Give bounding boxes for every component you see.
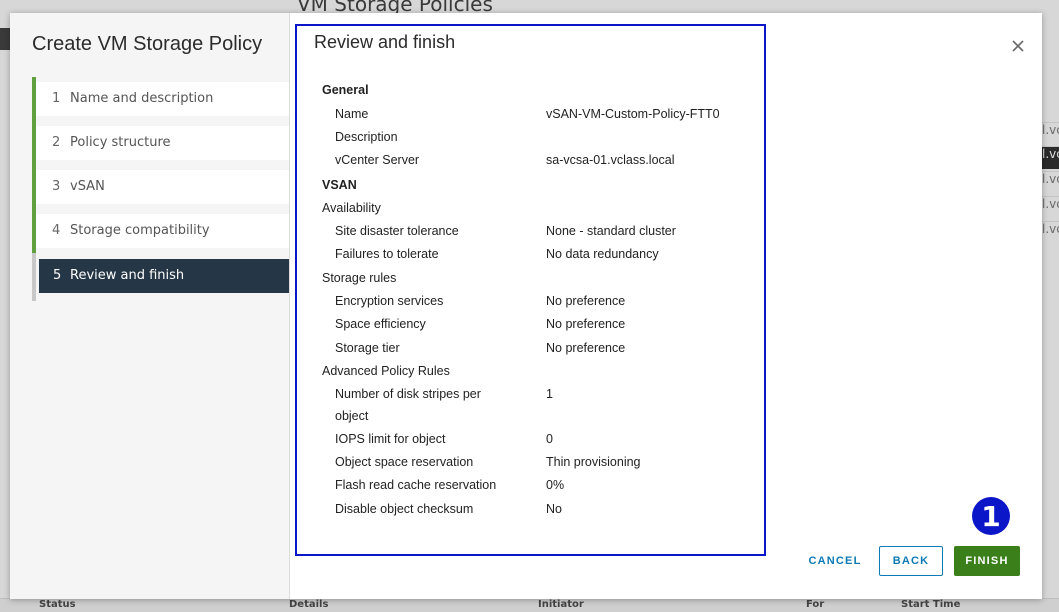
iops-value: 0 [546, 432, 553, 446]
name-value: vSAN-VM-Custom-Policy-FTT0 [546, 107, 720, 121]
ftt-value: No data redundancy [546, 247, 659, 261]
wizard-step-storage-compatibility[interactable]: 4 Storage compatibility [36, 214, 289, 248]
site-disaster-value: None - standard cluster [546, 224, 676, 238]
general-heading: General [322, 83, 369, 97]
wizard-step-name-description[interactable]: 1 Name and description [36, 82, 289, 116]
cancel-button[interactable]: CANCEL [800, 546, 870, 576]
step-number: 1 [52, 91, 61, 106]
background-row: l.vc [1042, 221, 1059, 244]
step-number: 5 [53, 268, 62, 283]
site-disaster-label: Site disaster tolerance [335, 224, 459, 238]
storage-tier-value: No preference [546, 341, 626, 355]
wizard-step-review-finish[interactable]: 5 Review and finish [39, 259, 289, 293]
flash-cache-value: 0% [546, 478, 565, 492]
encryption-value: No preference [546, 294, 626, 308]
step-annotation-badge: 1 [972, 497, 1010, 535]
wizard-step-vsan[interactable]: 3 vSAN [36, 170, 289, 204]
description-label: Description [335, 130, 398, 144]
step-label: Review and finish [70, 268, 185, 283]
osr-label: Object space reservation [335, 455, 474, 469]
step-number: 2 [52, 135, 61, 150]
step-label: vSAN [70, 179, 105, 194]
background-col-initiator: Initiator [538, 599, 584, 610]
step-number: 4 [52, 223, 61, 238]
step-number: 3 [52, 179, 61, 194]
step-label: Name and description [70, 91, 214, 106]
back-button[interactable]: BACK [879, 546, 943, 576]
finish-button[interactable]: FINISH [954, 546, 1020, 576]
step-label: Storage compatibility [70, 223, 210, 238]
background-row: l.vc [1042, 196, 1059, 219]
background-col-start-time: Start Time [901, 599, 961, 610]
dialog-title: Create VM Storage Policy [32, 33, 263, 55]
osr-value: Thin provisioning [546, 455, 641, 469]
stripes-label: Number of disk stripes per [335, 387, 481, 401]
create-storage-policy-dialog: Create VM Storage Policy 1 Name and desc… [10, 13, 1042, 599]
flash-cache-label: Flash read cache reservation [335, 478, 497, 492]
name-label: Name [335, 107, 369, 121]
checksum-value: No [546, 502, 562, 516]
vcenter-label: vCenter Server [335, 153, 420, 167]
wizard-steps-pane: Create VM Storage Policy 1 Name and desc… [10, 13, 290, 599]
step-label: Policy structure [70, 135, 171, 150]
space-efficiency-value: No preference [546, 317, 626, 331]
wizard-step-policy-structure[interactable]: 2 Policy structure [36, 126, 289, 160]
review-title: Review and finish [314, 32, 456, 52]
background-col-details: Details [289, 599, 329, 610]
availability-heading: Availability [322, 201, 381, 215]
background-col-status: Status [39, 599, 76, 610]
vsan-heading: VSAN [322, 178, 357, 192]
background-row: l.vc [1042, 171, 1059, 194]
storage-rules-heading: Storage rules [322, 271, 397, 285]
stripes-value: 1 [546, 387, 553, 401]
checksum-label: Disable object checksum [335, 502, 474, 516]
stripes-label-cont: object [335, 409, 369, 423]
background-row: l.vc [1042, 146, 1059, 169]
space-efficiency-label: Space efficiency [335, 317, 426, 331]
vcenter-value: sa-vcsa-01.vclass.local [546, 153, 675, 167]
ftt-label: Failures to tolerate [335, 247, 439, 261]
advanced-rules-heading: Advanced Policy Rules [322, 364, 450, 378]
background-nav-bar [0, 28, 10, 50]
encryption-label: Encryption services [335, 294, 444, 308]
background-row: l.vc [1042, 122, 1059, 145]
close-button[interactable] [1010, 38, 1026, 54]
storage-tier-label: Storage tier [335, 341, 400, 355]
close-icon [1012, 40, 1024, 52]
review-panel: Review and finish General Name vSAN-VM-C… [295, 24, 766, 556]
iops-label: IOPS limit for object [335, 432, 446, 446]
